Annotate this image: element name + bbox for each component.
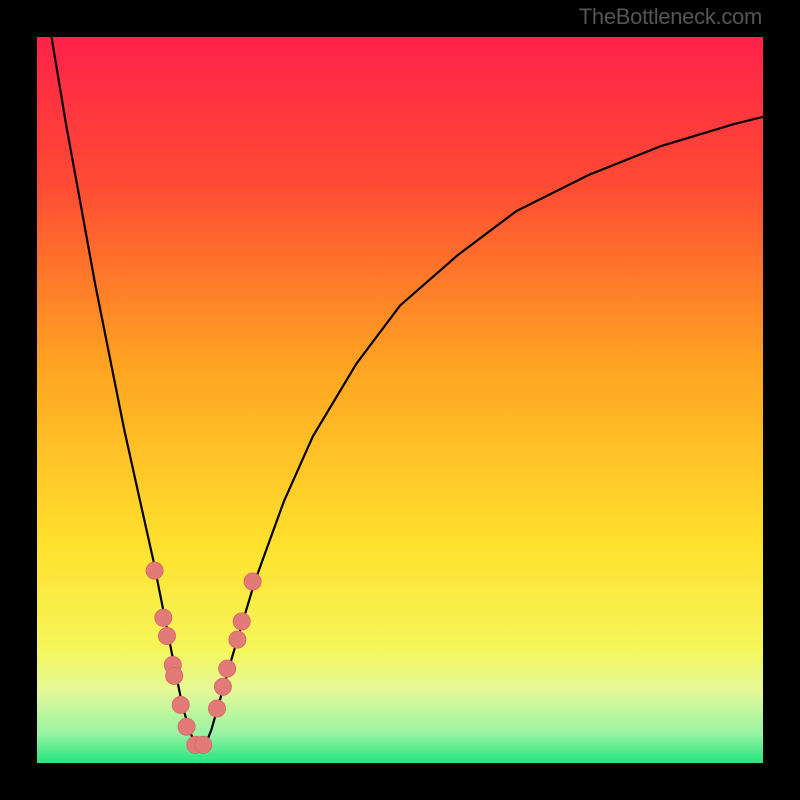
chart-frame: TheBottleneck.com: [0, 0, 800, 800]
data-point: [195, 736, 212, 753]
plot-area: [37, 37, 763, 763]
gradient-background: [37, 37, 763, 763]
data-point: [172, 696, 189, 713]
data-point: [244, 573, 261, 590]
chart-svg: [37, 37, 763, 763]
data-point: [159, 628, 176, 645]
data-point: [209, 700, 226, 717]
data-point: [233, 613, 250, 630]
watermark-text: TheBottleneck.com: [579, 4, 762, 30]
data-point: [219, 660, 236, 677]
data-point: [214, 678, 231, 695]
data-point: [178, 718, 195, 735]
data-point: [229, 631, 246, 648]
data-point: [146, 562, 163, 579]
data-point: [166, 667, 183, 684]
data-point: [155, 609, 172, 626]
